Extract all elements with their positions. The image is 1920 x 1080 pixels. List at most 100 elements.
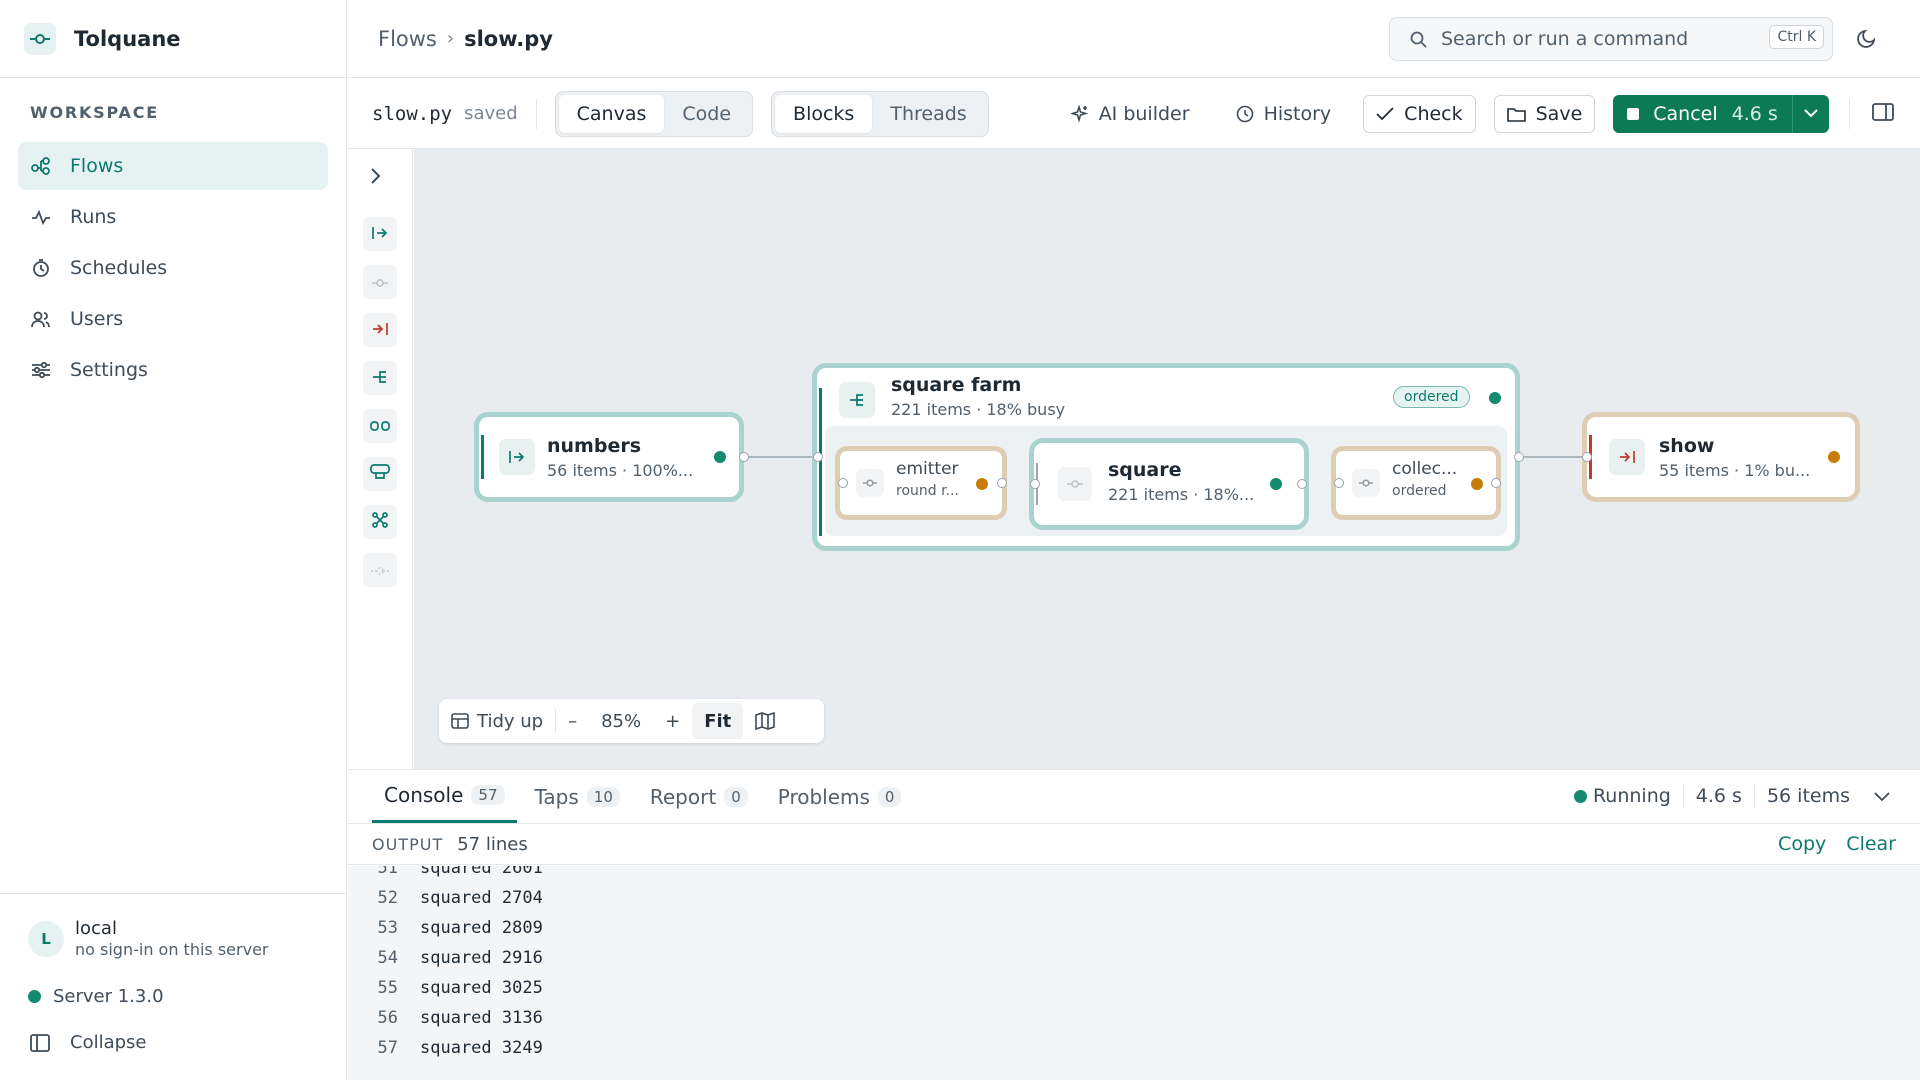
clear-button[interactable]: Clear bbox=[1846, 833, 1896, 855]
console-output[interactable]: 51 squared 2601 52 squared 2704 53 squared … bbox=[348, 866, 1920, 1080]
sidebar-item-settings[interactable]: Settings bbox=[18, 346, 328, 394]
flow-canvas[interactable]: numbers 56 items · 100%... square farm 2… bbox=[414, 149, 1920, 769]
status-label: Running bbox=[1592, 785, 1671, 807]
minimap-button[interactable] bbox=[743, 699, 787, 743]
tab-problems[interactable]: Problems 0 bbox=[766, 770, 914, 823]
node-square[interactable]: square 221 items · 18%... bbox=[1029, 438, 1309, 530]
output-port[interactable] bbox=[1297, 479, 1307, 489]
search-placeholder: Search or run a command bbox=[1441, 28, 1689, 50]
panel-toggle-button[interactable] bbox=[1871, 102, 1894, 125]
sidebar: Tolquane WORKSPACE Flows Runs Schedules … bbox=[0, 0, 347, 1080]
sidebar-item-schedules[interactable]: Schedules bbox=[18, 244, 328, 292]
sidebar-item-users[interactable]: Users bbox=[18, 295, 328, 343]
node-show[interactable]: show 55 items · 1% bu... bbox=[1582, 412, 1860, 502]
palette-farm-block[interactable] bbox=[363, 361, 397, 395]
input-port[interactable] bbox=[1334, 478, 1344, 488]
log-line: 57 squared 3249 bbox=[348, 1033, 543, 1063]
shortcut-hint: Ctrl K bbox=[1769, 25, 1824, 49]
node-square-farm[interactable]: square farm 221 items · 18% busy ordered… bbox=[812, 363, 1524, 551]
loop-icon bbox=[370, 464, 390, 484]
node-numbers[interactable]: numbers 56 items · 100%... bbox=[474, 412, 749, 502]
tidy-up-button[interactable]: Tidy up bbox=[439, 699, 555, 743]
running-dot bbox=[1573, 789, 1587, 803]
search-icon bbox=[1410, 31, 1427, 48]
palette-source-block[interactable] bbox=[363, 217, 397, 251]
layout-icon bbox=[451, 713, 469, 729]
app-window: Tolquane WORKSPACE Flows Runs Schedules … bbox=[0, 0, 1920, 1080]
server-status-dot bbox=[28, 990, 41, 1003]
input-port[interactable] bbox=[838, 478, 848, 488]
brand[interactable]: Tolquane bbox=[0, 0, 346, 78]
app-name: Tolquane bbox=[74, 26, 181, 51]
save-button[interactable]: Save bbox=[1493, 94, 1596, 133]
zoom-in-button[interactable]: + bbox=[653, 699, 692, 743]
expand-palette-button[interactable] bbox=[370, 167, 382, 189]
palette-stage-block[interactable] bbox=[363, 265, 397, 299]
command-search[interactable]: Search or run a command Ctrl K bbox=[1389, 17, 1833, 61]
user-info[interactable]: L local no sign-in on this server bbox=[28, 918, 268, 959]
palette-pair-block[interactable] bbox=[363, 409, 397, 443]
input-port[interactable] bbox=[1582, 452, 1592, 462]
sink-icon bbox=[372, 321, 388, 340]
mode-switch: Blocks Threads bbox=[771, 90, 989, 137]
tab-label: Problems bbox=[777, 784, 870, 809]
node-stats: 56 items · 100%... bbox=[547, 461, 694, 480]
file-status: saved bbox=[464, 103, 518, 124]
cancel-button[interactable]: Cancel 4.6 s bbox=[1613, 95, 1792, 133]
node-collector[interactable]: collec... ordered bbox=[1331, 446, 1501, 520]
zoom-out-button[interactable]: – bbox=[556, 699, 589, 743]
collapse-label: Collapse bbox=[70, 1032, 147, 1053]
line-text: squared 3136 bbox=[420, 1008, 543, 1028]
collapse-button[interactable]: Collapse bbox=[30, 1032, 147, 1053]
tab-taps[interactable]: Taps 10 bbox=[523, 770, 632, 823]
line-text: squared 2809 bbox=[420, 918, 543, 938]
palette-shuffle-block[interactable] bbox=[363, 505, 397, 539]
block-palette bbox=[348, 149, 413, 769]
sidebar-item-runs[interactable]: Runs bbox=[18, 193, 328, 241]
connector-icon bbox=[370, 561, 390, 580]
palette-sink-block[interactable] bbox=[363, 313, 397, 347]
check-label: Check bbox=[1404, 102, 1463, 125]
count-badge: 0 bbox=[724, 786, 748, 807]
breadcrumb: Flows › slow.py bbox=[378, 27, 553, 51]
cancel-options-button[interactable] bbox=[1791, 94, 1829, 133]
tab-code[interactable]: Code bbox=[664, 95, 749, 133]
log-line: 52 squared 2704 bbox=[348, 883, 543, 913]
sidebar-item-label: Users bbox=[70, 308, 124, 330]
input-port[interactable] bbox=[813, 452, 823, 462]
stage-icon bbox=[371, 273, 389, 292]
log-lines: 51 squared 2601 52 squared 2704 53 squared … bbox=[348, 866, 543, 1063]
output-port[interactable] bbox=[1514, 452, 1524, 462]
tab-canvas[interactable]: Canvas bbox=[558, 94, 665, 133]
tab-blocks[interactable]: Blocks bbox=[775, 94, 873, 133]
top-bar: Flows › slow.py Search or run a command … bbox=[348, 0, 1920, 78]
input-port[interactable] bbox=[1030, 479, 1040, 489]
history-button[interactable]: History bbox=[1224, 95, 1344, 133]
tab-report[interactable]: Report 0 bbox=[638, 770, 760, 823]
node-status-dot bbox=[1270, 478, 1282, 490]
breadcrumb-flows[interactable]: Flows bbox=[378, 27, 437, 51]
palette-connector-block[interactable] bbox=[363, 553, 397, 587]
stage-icon bbox=[1058, 467, 1092, 501]
line-number: 57 bbox=[377, 1038, 398, 1058]
theme-toggle-button[interactable] bbox=[1856, 27, 1878, 53]
fit-button[interactable]: Fit bbox=[692, 703, 744, 739]
node-emitter[interactable]: emitter round r... bbox=[835, 446, 1007, 520]
node-stats: 221 items · 18%... bbox=[1108, 485, 1255, 504]
collapse-panel-button[interactable] bbox=[1874, 785, 1890, 807]
palette-loop-block[interactable] bbox=[363, 457, 397, 491]
check-button[interactable]: Check bbox=[1363, 94, 1476, 133]
status-time: 4.6 s bbox=[1682, 785, 1754, 807]
tab-console[interactable]: Console 57 bbox=[372, 770, 517, 823]
ai-builder-button[interactable]: AI builder bbox=[1059, 95, 1202, 133]
side-panel-icon bbox=[1871, 102, 1894, 125]
output-port[interactable] bbox=[739, 452, 749, 462]
output-port[interactable] bbox=[997, 478, 1007, 488]
output-actions: Copy Clear bbox=[1764, 833, 1896, 855]
node-title: show bbox=[1659, 435, 1715, 457]
workspace-label: WORKSPACE bbox=[30, 103, 160, 122]
tab-threads[interactable]: Threads bbox=[872, 95, 984, 133]
sidebar-item-flows[interactable]: Flows bbox=[18, 142, 328, 190]
output-port[interactable] bbox=[1491, 478, 1501, 488]
copy-button[interactable]: Copy bbox=[1778, 833, 1826, 855]
